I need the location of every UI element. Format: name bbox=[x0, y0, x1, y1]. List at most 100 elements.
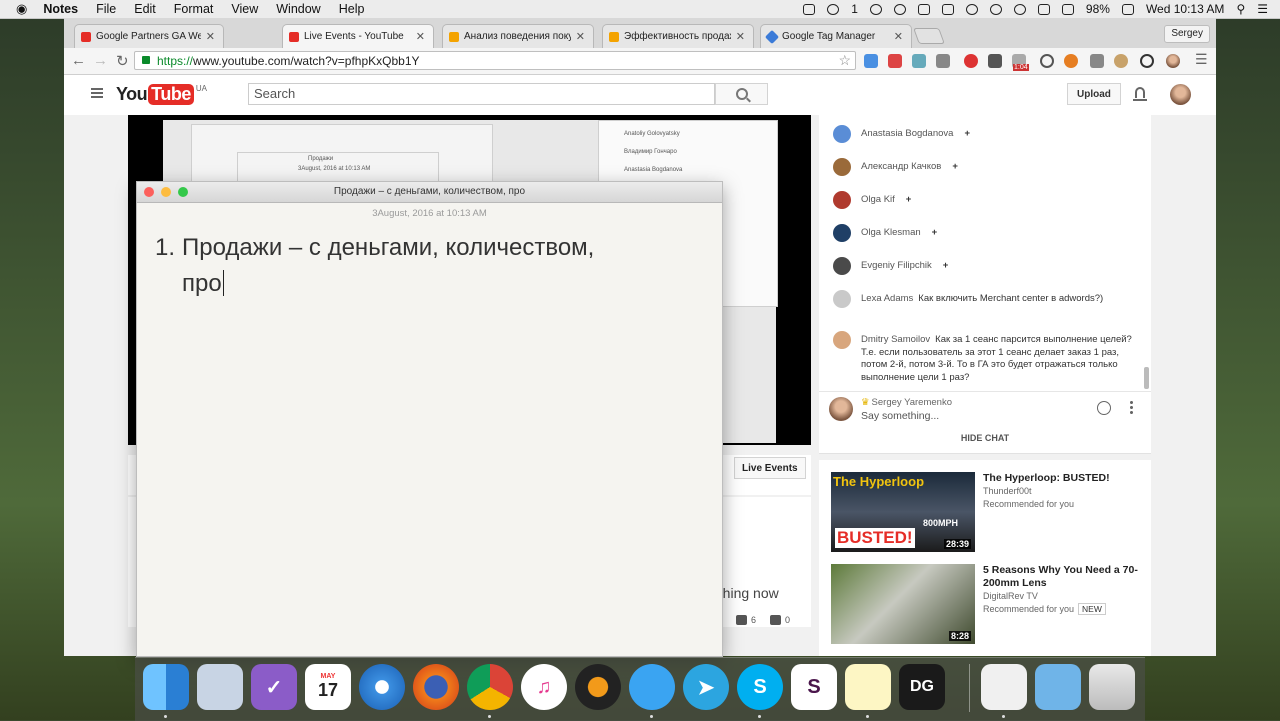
wifi-icon[interactable] bbox=[1013, 3, 1026, 15]
video-thumbnail[interactable]: 8:28 bbox=[831, 564, 975, 644]
video-title[interactable]: 5 Reasons Why You Need a 70-200mm Lens bbox=[983, 564, 1143, 589]
chrome-menu-icon[interactable]: ☰ bbox=[1195, 51, 1208, 68]
extension-icon[interactable] bbox=[936, 54, 950, 68]
clock-datetime[interactable]: Wed 10:13 AM bbox=[1146, 2, 1225, 16]
thumbs-up-icon[interactable] bbox=[736, 615, 747, 625]
account-avatar[interactable] bbox=[1170, 84, 1191, 105]
speaker-app-icon[interactable] bbox=[575, 664, 621, 710]
extension-icon[interactable] bbox=[964, 54, 978, 68]
menu-edit[interactable]: Edit bbox=[134, 2, 156, 16]
flag-input-icon[interactable] bbox=[1037, 3, 1050, 15]
omnifocus-icon[interactable]: ✓ bbox=[251, 664, 297, 710]
hamburger-menu-icon[interactable] bbox=[91, 88, 103, 98]
textedit-icon[interactable] bbox=[845, 664, 891, 710]
battery-percent[interactable]: 98% bbox=[1086, 2, 1110, 16]
extension-icon[interactable] bbox=[1140, 54, 1154, 68]
sync-icon[interactable] bbox=[827, 3, 840, 15]
slack-icon[interactable]: S bbox=[791, 664, 837, 710]
chat-author[interactable]: Evgeniy Filipchik bbox=[861, 260, 932, 271]
more-vert-icon[interactable] bbox=[1130, 400, 1133, 415]
trash-icon[interactable] bbox=[1089, 664, 1135, 710]
dropbox-icon[interactable] bbox=[803, 3, 816, 15]
datagrip-icon[interactable]: DG bbox=[899, 664, 945, 710]
reload-icon[interactable]: ↻ bbox=[116, 52, 129, 70]
tab-sales-efficiency[interactable]: Эффективность продаж – ✕ bbox=[602, 24, 754, 48]
search-input[interactable]: Search bbox=[248, 83, 715, 105]
clock-icon[interactable] bbox=[893, 3, 906, 15]
display-icon[interactable] bbox=[917, 3, 930, 15]
video-title[interactable]: The Hyperloop: BUSTED! bbox=[983, 472, 1143, 485]
document-icon[interactable] bbox=[981, 664, 1027, 710]
tab-google-partners[interactable]: Google Partners GA Webinar ✕ bbox=[74, 24, 224, 48]
notes-titlebar[interactable]: Продажи – с деньгами, количеством, про bbox=[137, 182, 722, 203]
note-editor[interactable]: 1. Продажи – с деньгами, количеством, про bbox=[155, 230, 695, 302]
video-thumbnail[interactable]: The Hyperloop 800MPH BUSTED! 28:39 bbox=[831, 472, 975, 552]
profile-button[interactable]: Sergey bbox=[1164, 25, 1210, 43]
chat-author[interactable]: Александр Качков bbox=[861, 161, 941, 172]
extension-icon[interactable] bbox=[988, 54, 1002, 68]
extension-icon[interactable] bbox=[1090, 54, 1104, 68]
extension-icon[interactable] bbox=[912, 54, 926, 68]
forward-arrow-icon[interactable]: → bbox=[93, 52, 108, 69]
folder-icon[interactable] bbox=[1035, 664, 1081, 710]
extension-icon[interactable] bbox=[864, 54, 878, 68]
user-avatar-icon[interactable] bbox=[1166, 54, 1180, 68]
tab-google-tag-manager[interactable]: Google Tag Manager ✕ bbox=[760, 24, 912, 48]
chat-author[interactable]: Anastasia Bogdanova bbox=[861, 128, 953, 139]
chat-author[interactable]: Lexa Adams bbox=[861, 293, 913, 304]
channel-name[interactable]: Thunderf00t bbox=[983, 486, 1032, 496]
thumbs-down-icon[interactable] bbox=[770, 615, 782, 625]
menu-format[interactable]: Format bbox=[174, 2, 214, 16]
chat-author[interactable]: Dmitry Samoilov bbox=[861, 334, 930, 345]
back-arrow-icon[interactable]: ← bbox=[71, 52, 86, 69]
menu-view[interactable]: View bbox=[231, 2, 258, 16]
youtube-logo[interactable]: You Tube UA bbox=[116, 84, 207, 105]
skype-icon[interactable]: S bbox=[737, 664, 783, 710]
airplay-icon[interactable] bbox=[941, 3, 954, 15]
safari-icon[interactable] bbox=[359, 664, 405, 710]
volume-icon[interactable] bbox=[1061, 3, 1074, 15]
time-machine-icon[interactable] bbox=[989, 3, 1002, 15]
spotlight-search-icon[interactable]: ⚲ bbox=[1236, 2, 1245, 16]
chrome-icon[interactable] bbox=[467, 664, 513, 710]
messages-icon[interactable] bbox=[629, 664, 675, 710]
chat-author[interactable]: Olga Klesman bbox=[861, 227, 921, 238]
chat-scrollbar[interactable] bbox=[1144, 367, 1149, 389]
extension-icon[interactable] bbox=[888, 54, 902, 68]
upload-button[interactable]: Upload bbox=[1067, 83, 1121, 105]
emoji-icon[interactable] bbox=[1097, 401, 1111, 415]
itunes-icon[interactable]: ♫ bbox=[521, 664, 567, 710]
tab-live-events[interactable]: Live Events - YouTube ✕ bbox=[282, 24, 434, 48]
finder-icon[interactable] bbox=[143, 664, 189, 710]
telegram-icon[interactable]: ➤ bbox=[683, 664, 729, 710]
address-bar[interactable]: https://www.youtube.com/watch?v=pfhpKxQb… bbox=[134, 51, 856, 70]
extension-icon[interactable] bbox=[1064, 54, 1078, 68]
notification-center-icon[interactable]: ☰ bbox=[1257, 2, 1268, 16]
extension-icon[interactable] bbox=[1040, 54, 1054, 68]
close-window-icon[interactable] bbox=[144, 187, 154, 197]
preview-icon[interactable] bbox=[197, 664, 243, 710]
close-tab-icon[interactable]: ✕ bbox=[206, 30, 215, 43]
chat-input-field[interactable]: Say something... bbox=[861, 410, 939, 422]
new-tab-button[interactable] bbox=[913, 28, 945, 44]
apple-menu-icon[interactable]: ◉ bbox=[16, 1, 27, 17]
menu-app-name[interactable]: Notes bbox=[43, 2, 78, 16]
close-tab-icon[interactable]: ✕ bbox=[416, 30, 425, 43]
calendar-icon[interactable]: MAY 17 bbox=[305, 664, 351, 710]
chat-author[interactable]: Olga Kif bbox=[861, 194, 895, 205]
battery-icon[interactable] bbox=[1121, 3, 1134, 15]
close-tab-icon[interactable]: ✕ bbox=[894, 30, 903, 43]
close-tab-icon[interactable]: ✕ bbox=[576, 30, 585, 43]
close-tab-icon[interactable]: ✕ bbox=[736, 30, 745, 43]
hide-chat-button[interactable]: HIDE CHAT bbox=[819, 433, 1151, 443]
menu-file[interactable]: File bbox=[96, 2, 116, 16]
search-button[interactable] bbox=[715, 83, 768, 105]
extension-icon[interactable] bbox=[1114, 54, 1128, 68]
tab-analytics-behavior[interactable]: Анализ поведения покупат ✕ bbox=[442, 24, 594, 48]
live-events-button[interactable]: Live Events bbox=[734, 457, 806, 479]
menu-help[interactable]: Help bbox=[339, 2, 365, 16]
bookmark-star-icon[interactable]: ☆ bbox=[838, 51, 851, 70]
notifications-bell-icon[interactable] bbox=[1133, 87, 1147, 101]
bluetooth-icon[interactable] bbox=[965, 3, 978, 15]
info-icon[interactable] bbox=[869, 3, 882, 15]
